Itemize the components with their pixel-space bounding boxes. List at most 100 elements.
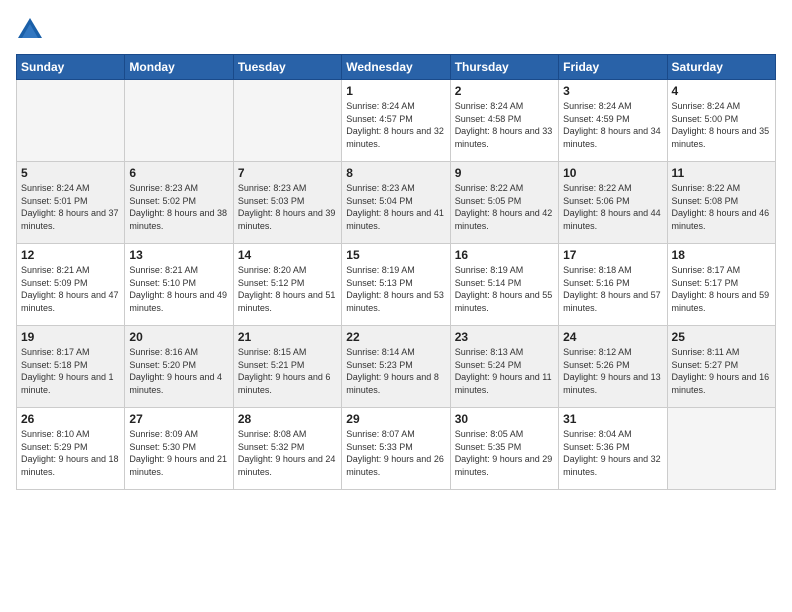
day-number: 4: [672, 84, 771, 98]
calendar-cell: 30 Sunrise: 8:05 AM Sunset: 5:35 PM Dayli…: [450, 408, 558, 490]
day-number: 17: [563, 248, 662, 262]
day-info: Sunrise: 8:21 AM Sunset: 5:10 PM Dayligh…: [129, 264, 228, 314]
calendar-cell: [125, 80, 233, 162]
day-number: 28: [238, 412, 337, 426]
day-info: Sunrise: 8:23 AM Sunset: 5:03 PM Dayligh…: [238, 182, 337, 232]
day-number: 29: [346, 412, 445, 426]
calendar-cell: 18 Sunrise: 8:17 AM Sunset: 5:17 PM Dayli…: [667, 244, 775, 326]
day-number: 6: [129, 166, 228, 180]
calendar-cell: 19 Sunrise: 8:17 AM Sunset: 5:18 PM Dayli…: [17, 326, 125, 408]
weekday-wednesday: Wednesday: [342, 55, 450, 80]
calendar-cell: 23 Sunrise: 8:13 AM Sunset: 5:24 PM Dayli…: [450, 326, 558, 408]
day-number: 19: [21, 330, 120, 344]
day-number: 11: [672, 166, 771, 180]
day-info: Sunrise: 8:04 AM Sunset: 5:36 PM Dayligh…: [563, 428, 662, 478]
weekday-saturday: Saturday: [667, 55, 775, 80]
header: [16, 16, 776, 44]
day-number: 21: [238, 330, 337, 344]
logo-icon: [16, 16, 44, 44]
day-info: Sunrise: 8:09 AM Sunset: 5:30 PM Dayligh…: [129, 428, 228, 478]
day-number: 10: [563, 166, 662, 180]
day-info: Sunrise: 8:22 AM Sunset: 5:08 PM Dayligh…: [672, 182, 771, 232]
day-number: 23: [455, 330, 554, 344]
day-number: 1: [346, 84, 445, 98]
day-info: Sunrise: 8:11 AM Sunset: 5:27 PM Dayligh…: [672, 346, 771, 396]
calendar-cell: 21 Sunrise: 8:15 AM Sunset: 5:21 PM Dayli…: [233, 326, 341, 408]
day-info: Sunrise: 8:12 AM Sunset: 5:26 PM Dayligh…: [563, 346, 662, 396]
day-info: Sunrise: 8:13 AM Sunset: 5:24 PM Dayligh…: [455, 346, 554, 396]
calendar-cell: 20 Sunrise: 8:16 AM Sunset: 5:20 PM Dayli…: [125, 326, 233, 408]
calendar-cell: 1 Sunrise: 8:24 AM Sunset: 4:57 PM Daylig…: [342, 80, 450, 162]
day-number: 3: [563, 84, 662, 98]
calendar-cell: 24 Sunrise: 8:12 AM Sunset: 5:26 PM Dayli…: [559, 326, 667, 408]
day-info: Sunrise: 8:17 AM Sunset: 5:18 PM Dayligh…: [21, 346, 120, 396]
day-number: 27: [129, 412, 228, 426]
calendar-cell: [17, 80, 125, 162]
day-number: 30: [455, 412, 554, 426]
week-row-3: 12Sunrise: 8:21 AM Sunset: 5:09 PM Dayli…: [17, 244, 776, 326]
day-info: Sunrise: 8:23 AM Sunset: 5:04 PM Dayligh…: [346, 182, 445, 232]
weekday-friday: Friday: [559, 55, 667, 80]
weekday-tuesday: Tuesday: [233, 55, 341, 80]
day-info: Sunrise: 8:07 AM Sunset: 5:33 PM Dayligh…: [346, 428, 445, 478]
day-number: 14: [238, 248, 337, 262]
calendar-cell: 3Sunrise: 8:24 AM Sunset: 4:59 PM Daylig…: [559, 80, 667, 162]
calendar-cell: 8 Sunrise: 8:23 AM Sunset: 5:04 PM Daylig…: [342, 162, 450, 244]
day-info: Sunrise: 8:19 AM Sunset: 5:13 PM Dayligh…: [346, 264, 445, 314]
day-number: 24: [563, 330, 662, 344]
day-info: Sunrise: 8:15 AM Sunset: 5:21 PM Dayligh…: [238, 346, 337, 396]
day-info: Sunrise: 8:24 AM Sunset: 5:01 PM Dayligh…: [21, 182, 120, 232]
calendar-cell: 2 Sunrise: 8:24 AM Sunset: 4:58 PM Daylig…: [450, 80, 558, 162]
calendar-cell: 10 Sunrise: 8:22 AM Sunset: 5:06 PM Dayli…: [559, 162, 667, 244]
day-number: 9: [455, 166, 554, 180]
week-row-2: 5 Sunrise: 8:24 AM Sunset: 5:01 PM Daylig…: [17, 162, 776, 244]
day-info: Sunrise: 8:08 AM Sunset: 5:32 PM Dayligh…: [238, 428, 337, 478]
day-info: Sunrise: 8:20 AM Sunset: 5:12 PM Dayligh…: [238, 264, 337, 314]
day-number: 5: [21, 166, 120, 180]
calendar-cell: 7 Sunrise: 8:23 AM Sunset: 5:03 PM Daylig…: [233, 162, 341, 244]
calendar-cell: [667, 408, 775, 490]
day-number: 8: [346, 166, 445, 180]
day-info: Sunrise: 8:23 AM Sunset: 5:02 PM Dayligh…: [129, 182, 228, 232]
day-info: Sunrise: 8:17 AM Sunset: 5:17 PM Dayligh…: [672, 264, 771, 314]
calendar-cell: 16 Sunrise: 8:19 AM Sunset: 5:14 PM Dayli…: [450, 244, 558, 326]
calendar-cell: 13 Sunrise: 8:21 AM Sunset: 5:10 PM Dayli…: [125, 244, 233, 326]
day-number: 20: [129, 330, 228, 344]
day-number: 22: [346, 330, 445, 344]
day-info: Sunrise: 8:22 AM Sunset: 5:06 PM Dayligh…: [563, 182, 662, 232]
day-number: 12: [21, 248, 120, 262]
page: SundayMondayTuesdayWednesdayThursdayFrid…: [0, 0, 792, 612]
weekday-thursday: Thursday: [450, 55, 558, 80]
calendar-cell: 9 Sunrise: 8:22 AM Sunset: 5:05 PM Daylig…: [450, 162, 558, 244]
day-number: 15: [346, 248, 445, 262]
day-info: Sunrise: 8:22 AM Sunset: 5:05 PM Dayligh…: [455, 182, 554, 232]
day-number: 18: [672, 248, 771, 262]
day-number: 13: [129, 248, 228, 262]
logo: [16, 16, 48, 44]
day-info: Sunrise: 8:19 AM Sunset: 5:14 PM Dayligh…: [455, 264, 554, 314]
calendar-cell: 17Sunrise: 8:18 AM Sunset: 5:16 PM Dayli…: [559, 244, 667, 326]
calendar-cell: 6 Sunrise: 8:23 AM Sunset: 5:02 PM Daylig…: [125, 162, 233, 244]
day-number: 25: [672, 330, 771, 344]
day-number: 26: [21, 412, 120, 426]
calendar-cell: 28 Sunrise: 8:08 AM Sunset: 5:32 PM Dayli…: [233, 408, 341, 490]
calendar-cell: 22 Sunrise: 8:14 AM Sunset: 5:23 PM Dayli…: [342, 326, 450, 408]
calendar-cell: 4Sunrise: 8:24 AM Sunset: 5:00 PM Daylig…: [667, 80, 775, 162]
day-info: Sunrise: 8:14 AM Sunset: 5:23 PM Dayligh…: [346, 346, 445, 396]
weekday-monday: Monday: [125, 55, 233, 80]
week-row-1: 1 Sunrise: 8:24 AM Sunset: 4:57 PM Daylig…: [17, 80, 776, 162]
calendar-cell: 25 Sunrise: 8:11 AM Sunset: 5:27 PM Dayli…: [667, 326, 775, 408]
week-row-5: 26 Sunrise: 8:10 AM Sunset: 5:29 PM Dayli…: [17, 408, 776, 490]
day-number: 7: [238, 166, 337, 180]
day-number: 2: [455, 84, 554, 98]
day-number: 16: [455, 248, 554, 262]
day-info: Sunrise: 8:10 AM Sunset: 5:29 PM Dayligh…: [21, 428, 120, 478]
weekday-header-row: SundayMondayTuesdayWednesdayThursdayFrid…: [17, 55, 776, 80]
day-info: Sunrise: 8:24 AM Sunset: 4:58 PM Dayligh…: [455, 100, 554, 150]
day-info: Sunrise: 8:16 AM Sunset: 5:20 PM Dayligh…: [129, 346, 228, 396]
day-info: Sunrise: 8:24 AM Sunset: 4:57 PM Dayligh…: [346, 100, 445, 150]
day-info: Sunrise: 8:05 AM Sunset: 5:35 PM Dayligh…: [455, 428, 554, 478]
calendar-cell: 11 Sunrise: 8:22 AM Sunset: 5:08 PM Dayli…: [667, 162, 775, 244]
calendar-cell: 14 Sunrise: 8:20 AM Sunset: 5:12 PM Dayli…: [233, 244, 341, 326]
calendar-cell: [233, 80, 341, 162]
